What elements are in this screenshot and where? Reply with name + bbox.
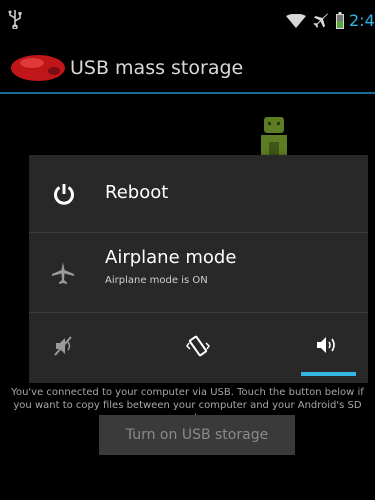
turn-on-usb-storage-button[interactable]: Turn on USB storage [99,415,295,455]
wifi-icon [286,14,306,28]
android-usb-icon [261,117,287,159]
selected-sound-mode-indicator [301,372,356,376]
reboot-option[interactable]: Reboot [29,155,368,232]
battery-icon [336,12,344,29]
usb-icon [8,10,22,29]
airplane-icon [52,262,74,284]
airplane-mode-option[interactable]: Airplane mode Airplane mode is ON [29,233,368,312]
action-bar-divider [0,92,375,94]
status-bar: 2:49 [0,0,375,37]
vibrate-icon [186,335,210,357]
power-options-dialog: Reboot Airplane mode Airplane mode is ON [29,155,368,383]
action-bar: USB mass storage [0,37,375,93]
speaker-on-icon [317,337,335,353]
page-title: USB mass storage [70,57,244,79]
airplane-mode-status: Airplane mode is ON [105,275,208,286]
silent-mode-button[interactable] [29,313,142,383]
airplane-icon [313,13,328,28]
speaker-muted-icon [54,336,72,356]
status-time: 2:49 [349,11,375,30]
power-icon [54,184,74,205]
vibrate-mode-button[interactable] [142,313,255,383]
airplane-mode-label: Airplane mode [105,247,237,268]
usb-storage-app-icon [11,55,65,81]
reboot-label: Reboot [105,182,169,203]
